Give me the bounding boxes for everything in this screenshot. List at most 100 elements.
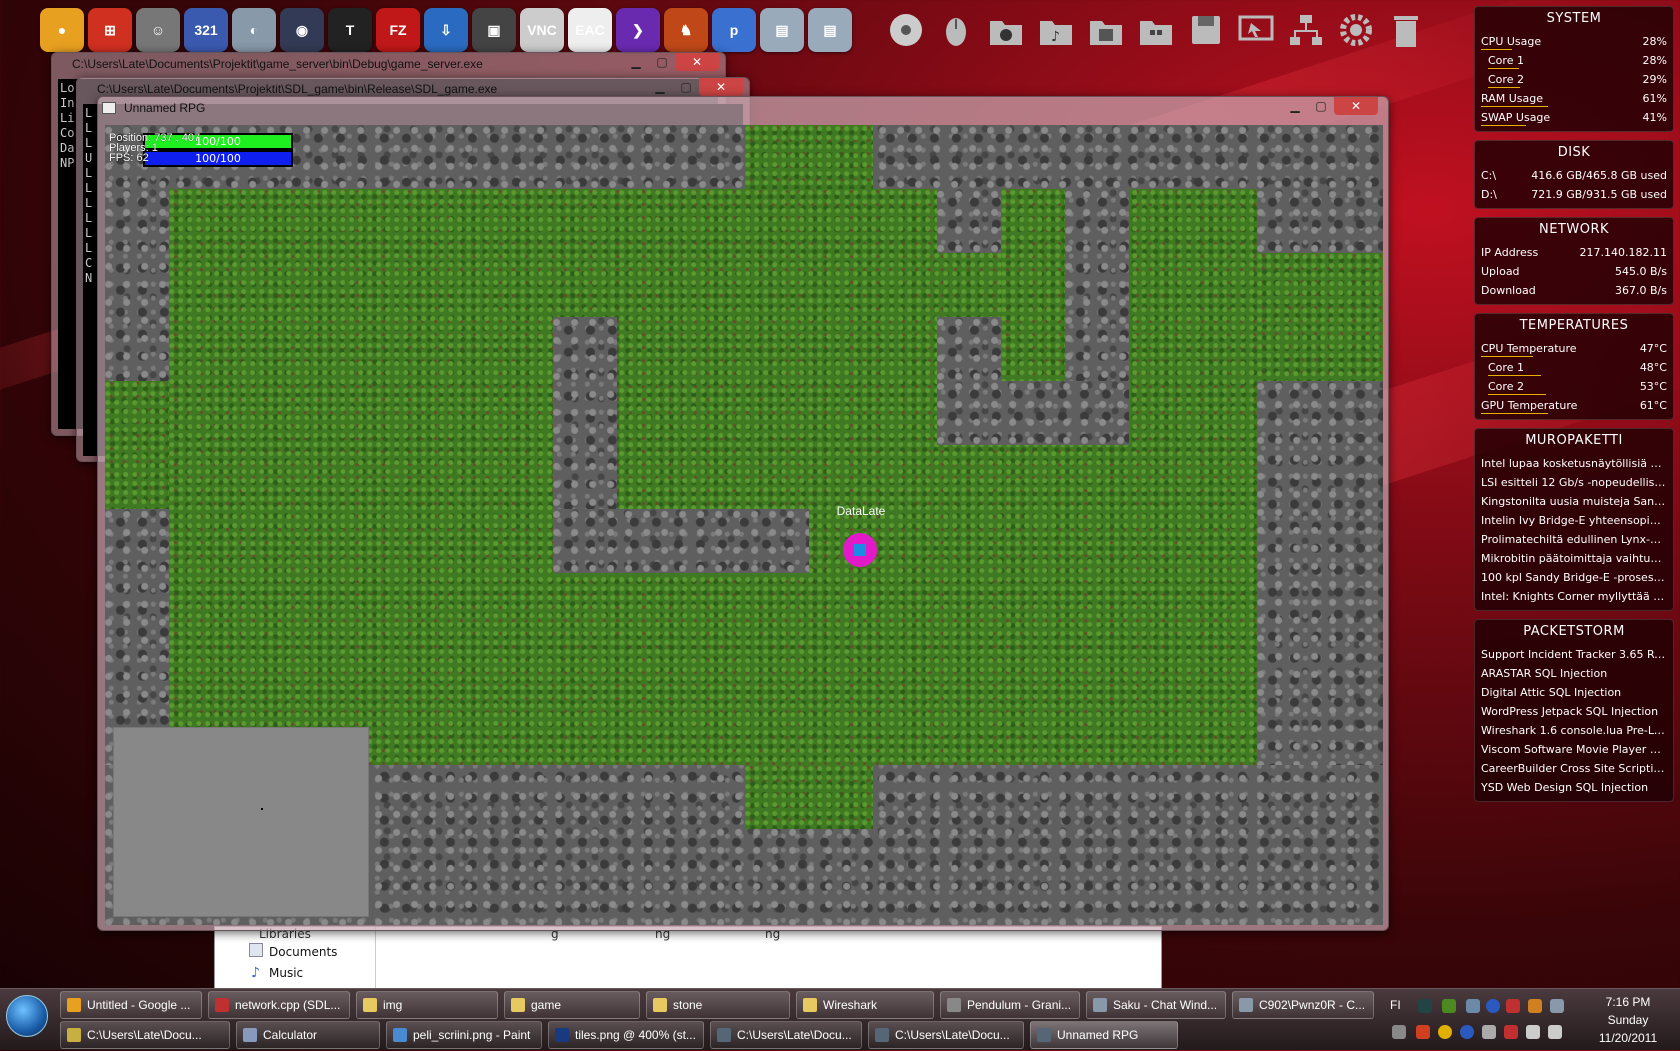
hud-fps: FPS: 62	[109, 152, 149, 164]
taskbar-button[interactable]: C902\Pwnz0R - C...	[1232, 991, 1374, 1019]
documents-link[interactable]: Documents	[269, 945, 337, 959]
vnc-icon[interactable]: VNC	[520, 8, 564, 52]
trash-icon[interactable]	[1384, 8, 1428, 52]
taskbar-button[interactable]: Pendulum - Grani...	[940, 991, 1080, 1019]
news-item[interactable]: Mikrobitin päätoimittaja vaihtuu,...	[1481, 549, 1667, 568]
minimize-icon[interactable]: ▁	[647, 78, 673, 96]
close-icon[interactable]: ✕	[699, 78, 743, 96]
taskbar-button[interactable]: Calculator	[236, 1021, 380, 1049]
news-item[interactable]: Intel lupaa kosketusnäytöllisiä Ultr...	[1481, 454, 1667, 473]
news-item[interactable]: WordPress Jetpack SQL Injection	[1481, 702, 1667, 721]
chrome-icon[interactable]: ●	[40, 8, 84, 52]
taskbar-button[interactable]: peli_scriini.png - Paint	[386, 1021, 542, 1049]
fox-icon[interactable]: ☺	[136, 8, 180, 52]
lion-app-icon[interactable]: ♞	[664, 8, 708, 52]
eac-icon[interactable]: EAC	[568, 8, 612, 52]
taskbar-button[interactable]: C:\Users\Late\Docu...	[710, 1021, 862, 1049]
security-icon[interactable]	[1528, 999, 1542, 1013]
folder-apps-icon[interactable]	[1134, 8, 1178, 52]
power-icon[interactable]	[1482, 1025, 1496, 1039]
news-item[interactable]: Kingstonilta uusia muisteja Sandy...	[1481, 492, 1667, 511]
taskbar-button[interactable]: game	[504, 991, 640, 1019]
lock-arrow-icon[interactable]: ⇩	[424, 8, 468, 52]
notes-window-icon[interactable]: ▤	[760, 8, 804, 52]
news-item[interactable]: Intelin Ivy Bridge-E yhteensopiva S...	[1481, 511, 1667, 530]
stone-wall	[553, 509, 809, 573]
news-item[interactable]: Prolimatechiltä edullinen Lynx-pr...	[1481, 530, 1667, 549]
display-icon[interactable]	[1550, 999, 1564, 1013]
speaker-icon[interactable]	[1548, 1025, 1562, 1039]
game-viewport[interactable]: 100/100 100/100 Position: 737 , 407 Play…	[105, 125, 1383, 925]
news-item[interactable]: Wireshark 1.6 console.lua Pre-Loa...	[1481, 721, 1667, 740]
visual-studio-icon[interactable]: ❯	[616, 8, 660, 52]
nvidia-icon[interactable]	[1442, 999, 1456, 1013]
tray-app-icon[interactable]	[1418, 999, 1432, 1013]
save-icon[interactable]	[1184, 8, 1228, 52]
keyboard-icon[interactable]	[1392, 1025, 1406, 1039]
steam-icon[interactable]: ◉	[280, 8, 324, 52]
news-item[interactable]: YSD Web Design SQL Injection	[1481, 778, 1667, 797]
music-link[interactable]: Music	[269, 966, 303, 980]
gear-icon[interactable]	[1334, 8, 1378, 52]
windows-icon[interactable]: ⊞	[88, 8, 132, 52]
news-item[interactable]: Support Incident Tracker 3.65 Re...	[1481, 645, 1667, 664]
news-item[interactable]: Viscom Software Movie Player Pro...	[1481, 740, 1667, 759]
news-item[interactable]: CareerBuilder Cross Site Scripting	[1481, 759, 1667, 778]
putty-icon[interactable]: ▣	[472, 8, 516, 52]
system-value: 28%	[1642, 35, 1667, 48]
maximize-icon[interactable]: ▢	[649, 53, 675, 71]
minimize-icon[interactable]: ▁	[623, 53, 649, 71]
gadget-title: PACKETSTORM	[1523, 624, 1625, 639]
language-indicator[interactable]: FI	[1390, 998, 1401, 1012]
taskbar-button[interactable]: network.cpp (SDL...	[208, 991, 350, 1019]
news-item[interactable]: ARASTAR SQL Injection	[1481, 664, 1667, 683]
news-item[interactable]: 100 kpl Sandy Bridge-E -prosessor...	[1481, 568, 1667, 587]
folder-bomb-icon[interactable]	[984, 8, 1028, 52]
taskbar-button[interactable]: Unnamed RPG	[1030, 1021, 1178, 1049]
taskbar-button[interactable]: Saku - Chat Wind...	[1086, 991, 1226, 1019]
text-tool-icon[interactable]: T	[328, 8, 372, 52]
volume-warning-icon[interactable]	[1416, 1025, 1430, 1039]
flag-icon[interactable]	[1506, 999, 1520, 1013]
news-item[interactable]: Digital Attic SQL Injection	[1481, 683, 1667, 702]
notes-window-2-icon[interactable]: ▤	[808, 8, 852, 52]
start-button[interactable]	[6, 995, 48, 1037]
bluetooth-icon[interactable]	[1486, 999, 1500, 1013]
close-icon[interactable]: ✕	[675, 53, 719, 71]
system-value: 28%	[1642, 54, 1667, 67]
network-icon[interactable]	[1284, 8, 1328, 52]
pandora-icon[interactable]: p	[712, 8, 756, 52]
close-icon[interactable]: ✕	[1334, 97, 1378, 115]
folder-calendar-icon[interactable]	[1084, 8, 1128, 52]
user-icon[interactable]	[1438, 1025, 1452, 1039]
news-item[interactable]: LSI esitteli 12 Gb/s -nopeudellista...	[1481, 473, 1667, 492]
taskbar-button[interactable]: stone	[646, 991, 790, 1019]
network-tray-icon[interactable]	[1526, 1025, 1540, 1039]
disc-icon[interactable]	[884, 8, 928, 52]
taskbar-button[interactable]: tiles.png @ 400% (st...	[548, 1021, 704, 1049]
bluetooth-2-icon[interactable]	[1460, 1025, 1474, 1039]
gadget-title: TEMPERATURES	[1519, 318, 1629, 333]
action-center-icon[interactable]	[1504, 1025, 1518, 1039]
game-window[interactable]: Unnamed RPG ▁ ▢ ✕ 100/100 100/100 Positi…	[97, 96, 1389, 931]
explorer-window[interactable]: Libraries Documents ♪ Music g ng ng	[214, 926, 1162, 995]
taskbar-button[interactable]: Untitled - Google ...	[60, 991, 202, 1019]
taskbar-button[interactable]: C:\Users\Late\Docu...	[868, 1021, 1024, 1049]
taskbar-button[interactable]: img	[356, 991, 498, 1019]
news-item[interactable]: Intel: Knights Corner myllyttää NV...	[1481, 587, 1667, 606]
taskbar-button[interactable]: C:\Users\Late\Docu...	[60, 1021, 230, 1049]
media-player-321-icon[interactable]: 321	[184, 8, 228, 52]
maximize-icon[interactable]: ▢	[1308, 97, 1334, 115]
minimize-icon[interactable]: ▁	[1282, 97, 1308, 115]
player-avatar[interactable]	[843, 533, 877, 567]
mouse-icon[interactable]	[934, 8, 978, 52]
folder-icon	[803, 998, 817, 1012]
clock[interactable]: 7:16 PM Sunday 11/20/2011	[1582, 993, 1674, 1047]
drop-icon[interactable]	[1466, 999, 1480, 1013]
maximize-icon[interactable]: ▢	[673, 78, 699, 96]
taskbar-button[interactable]: Wireshark	[796, 991, 934, 1019]
folder-music-icon[interactable]: ♪	[1034, 8, 1078, 52]
pointer-screen-icon[interactable]	[1234, 8, 1278, 52]
tray-app-icon[interactable]: ◐	[232, 8, 276, 52]
filezilla-icon[interactable]: FZ	[376, 8, 420, 52]
